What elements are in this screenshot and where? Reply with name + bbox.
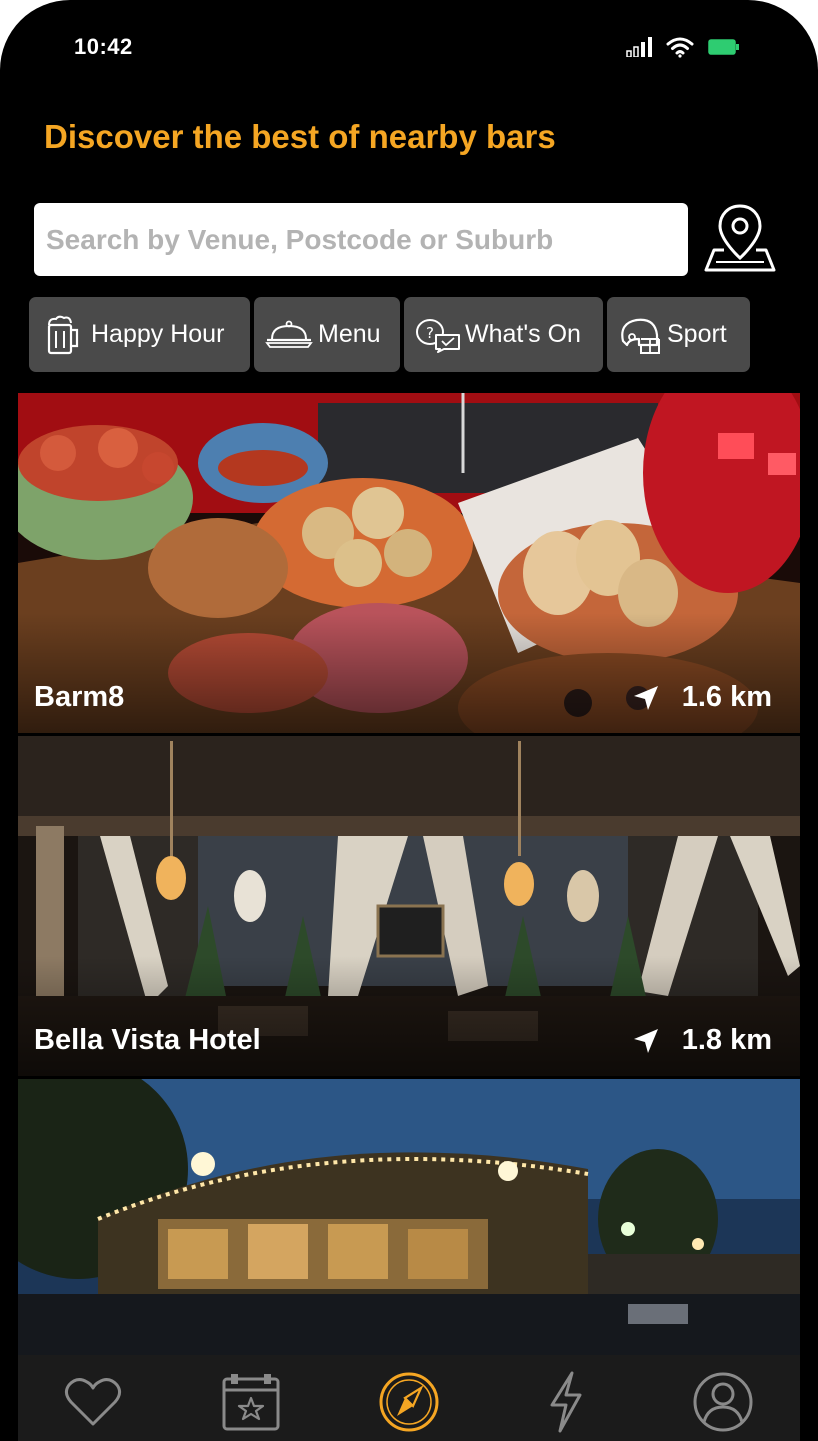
venue-photo	[18, 1079, 800, 1355]
food-cloche-icon	[265, 320, 313, 348]
status-time: 10:42	[74, 34, 133, 59]
filter-label: Happy Hour	[91, 320, 225, 348]
search-input[interactable]	[34, 203, 688, 276]
tab-events[interactable]	[216, 1367, 286, 1437]
navigation-arrow-icon	[633, 1028, 658, 1053]
lightning-icon	[550, 1371, 582, 1433]
venue-card[interactable]: Bella Vista Hotel 1.8 km	[18, 736, 800, 1076]
svg-text:?: ?	[426, 324, 434, 342]
venue-card[interactable]: Barm8 1.6 km	[18, 393, 800, 733]
filter-label: What's On	[465, 320, 581, 348]
tab-deals[interactable]	[531, 1367, 601, 1437]
profile-icon	[693, 1372, 753, 1432]
compass-icon	[379, 1372, 439, 1432]
tab-favourites[interactable]	[58, 1367, 128, 1437]
navigation-arrow-icon	[633, 685, 658, 710]
tab-discover[interactable]	[374, 1367, 444, 1437]
bottom-tab-bar	[18, 1355, 800, 1441]
venue-card[interactable]	[18, 1079, 800, 1355]
venue-name: Bella Vista Hotel	[34, 1024, 261, 1056]
photo-shade	[18, 956, 800, 1076]
distance-value: 1.8 km	[681, 1024, 772, 1056]
football-helmet-icon	[621, 318, 660, 354]
photo-shade	[18, 613, 800, 733]
filter-label: Sport	[667, 320, 727, 348]
map-location-button[interactable]	[702, 200, 778, 278]
calendar-star-icon	[222, 1374, 280, 1431]
battery-icon	[708, 39, 739, 55]
distance-value: 1.6 km	[681, 681, 772, 713]
signal-icon	[626, 37, 652, 57]
wifi-icon	[666, 37, 694, 58]
map-pin-icon	[704, 204, 776, 272]
status-icons	[626, 36, 740, 58]
filter-happy-hour[interactable]: Happy Hour	[29, 297, 250, 372]
beer-mug-icon	[47, 315, 79, 354]
filter-label: Menu	[318, 320, 381, 348]
tab-profile[interactable]	[688, 1367, 758, 1437]
heart-icon	[64, 1378, 122, 1426]
chat-bubbles-icon: ?	[416, 318, 460, 353]
filter-whats-on[interactable]: ? What's On	[404, 297, 603, 372]
filter-menu[interactable]: Menu	[254, 297, 400, 372]
status-bar: 10:42	[0, 0, 818, 95]
venue-distance: 1.6 km	[632, 681, 772, 714]
venue-name: Barm8	[34, 681, 125, 713]
filter-sport[interactable]: Sport	[607, 297, 750, 372]
app-screen: 10:42 Discover the best of nearby bars S…	[0, 0, 818, 1441]
page-title: Discover the best of nearby bars	[44, 118, 556, 155]
venue-distance: 1.8 km	[632, 1024, 772, 1057]
